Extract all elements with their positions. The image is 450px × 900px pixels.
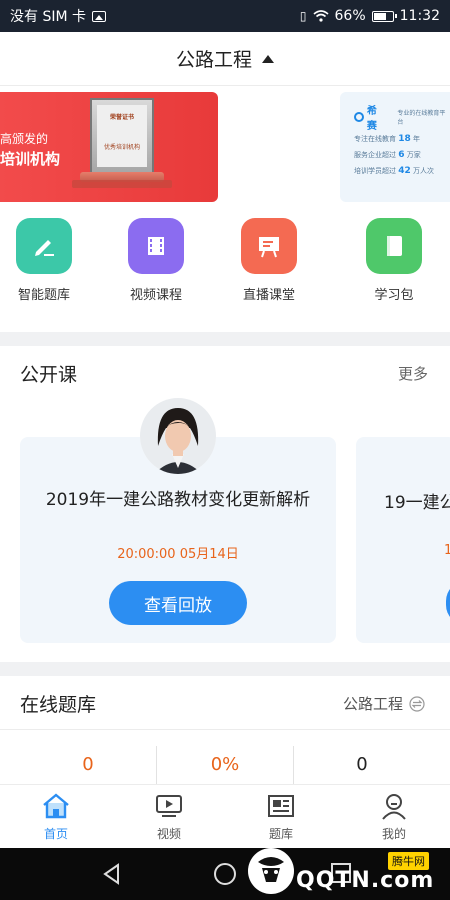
tab-profile[interactable]: 我的 bbox=[349, 791, 439, 842]
nav-item-question-bank[interactable]: 智能题库 bbox=[0, 218, 94, 303]
subject-selector[interactable]: 公路工程 bbox=[0, 32, 450, 86]
course-title: 2019年一建公路教材变化更新解析 bbox=[45, 490, 311, 510]
triangle-up-icon bbox=[262, 54, 274, 63]
question-bank-icon bbox=[236, 791, 326, 821]
bottom-tab-bar: 首页 视频 题库 我的 bbox=[0, 784, 450, 848]
course-time: 1 bbox=[444, 543, 450, 558]
stat-value: 0% bbox=[210, 754, 240, 775]
replay-button[interactable]: 查看回放 bbox=[109, 581, 247, 625]
live-board-icon bbox=[241, 218, 297, 274]
image-notification-icon bbox=[92, 10, 106, 22]
banner-stat: 服务企业超过 6 万家 bbox=[354, 150, 421, 160]
section-divider bbox=[0, 662, 450, 676]
section-title-online-bank: 在线题库 bbox=[20, 694, 97, 716]
course-card[interactable] bbox=[356, 437, 450, 643]
back-nav-icon[interactable] bbox=[100, 862, 124, 886]
nav-item-live-class[interactable]: 直播课堂 bbox=[219, 218, 319, 303]
divider-line bbox=[0, 729, 450, 730]
brand-logo: 希赛 专业的在线教育平台 bbox=[354, 102, 450, 132]
stat-value: 0 bbox=[82, 754, 94, 775]
avatar bbox=[140, 398, 216, 474]
carrier-text: 没有 SIM 卡 bbox=[10, 9, 86, 25]
pencil-icon bbox=[16, 218, 72, 274]
home-icon bbox=[11, 791, 101, 821]
tab-video[interactable]: 视频 bbox=[124, 791, 214, 842]
watermark-text: QQTN.com bbox=[296, 868, 435, 893]
watermark-tag: 腾牛网 bbox=[388, 852, 429, 870]
stats-row: 0 0% 0 bbox=[20, 740, 430, 790]
banner-line1: 高颁发的 bbox=[0, 132, 49, 146]
vibrate-icon: ▯ bbox=[299, 9, 307, 23]
switch-icon bbox=[409, 695, 425, 712]
logo-mark-icon bbox=[354, 112, 364, 122]
watermark-logo-icon bbox=[248, 848, 294, 894]
book-icon bbox=[366, 218, 422, 274]
nav-item-video-course[interactable]: 视频课程 bbox=[106, 218, 206, 303]
battery-icon bbox=[371, 10, 397, 22]
promo-banner-left[interactable]: 高颁发的 培训机构 荣誉证书 优秀培训机构 bbox=[0, 92, 218, 202]
video-icon bbox=[124, 791, 214, 821]
section-title-open-course: 公开课 bbox=[20, 364, 78, 386]
banner-line2: 培训机构 bbox=[0, 150, 61, 168]
banner-stat: 专注在线教育 18 年 bbox=[354, 134, 420, 144]
feature-nav: 智能题库 视频课程 直播课堂 学习包 bbox=[0, 218, 450, 318]
tab-home[interactable]: 首页 bbox=[11, 791, 101, 842]
profile-icon bbox=[349, 791, 439, 821]
subject-filter[interactable]: 公路工程 bbox=[343, 693, 425, 714]
film-icon bbox=[128, 218, 184, 274]
page-title: 公路工程 bbox=[175, 49, 252, 71]
nav-item-study-pack[interactable]: 学习包 bbox=[344, 218, 444, 303]
clock: 11:32 bbox=[399, 8, 440, 24]
more-link[interactable]: 更多 bbox=[398, 363, 428, 384]
battery-percent: 66% bbox=[334, 8, 366, 24]
tab-question-bank[interactable]: 题库 bbox=[236, 791, 326, 842]
course-time: 20:00:00 05月14日 bbox=[117, 547, 239, 562]
section-divider bbox=[0, 332, 450, 346]
certificate-image: 荣誉证书 优秀培训机构 bbox=[90, 98, 154, 174]
pedestal-base-shape bbox=[72, 180, 172, 188]
wifi-icon bbox=[312, 10, 329, 22]
home-nav-icon[interactable] bbox=[212, 861, 238, 887]
status-bar: 没有 SIM 卡 ▯ 66% 11:32 bbox=[0, 0, 450, 32]
promo-banner-right[interactable]: 希赛 专业的在线教育平台 专注在线教育 18 年 服务企业超过 6 万家 培训学… bbox=[340, 92, 450, 202]
stat-value: 0 bbox=[356, 754, 368, 775]
course-title: 19一建公 bbox=[384, 493, 450, 513]
banner-stat: 培训学员超过 42 万人次 bbox=[354, 166, 434, 176]
